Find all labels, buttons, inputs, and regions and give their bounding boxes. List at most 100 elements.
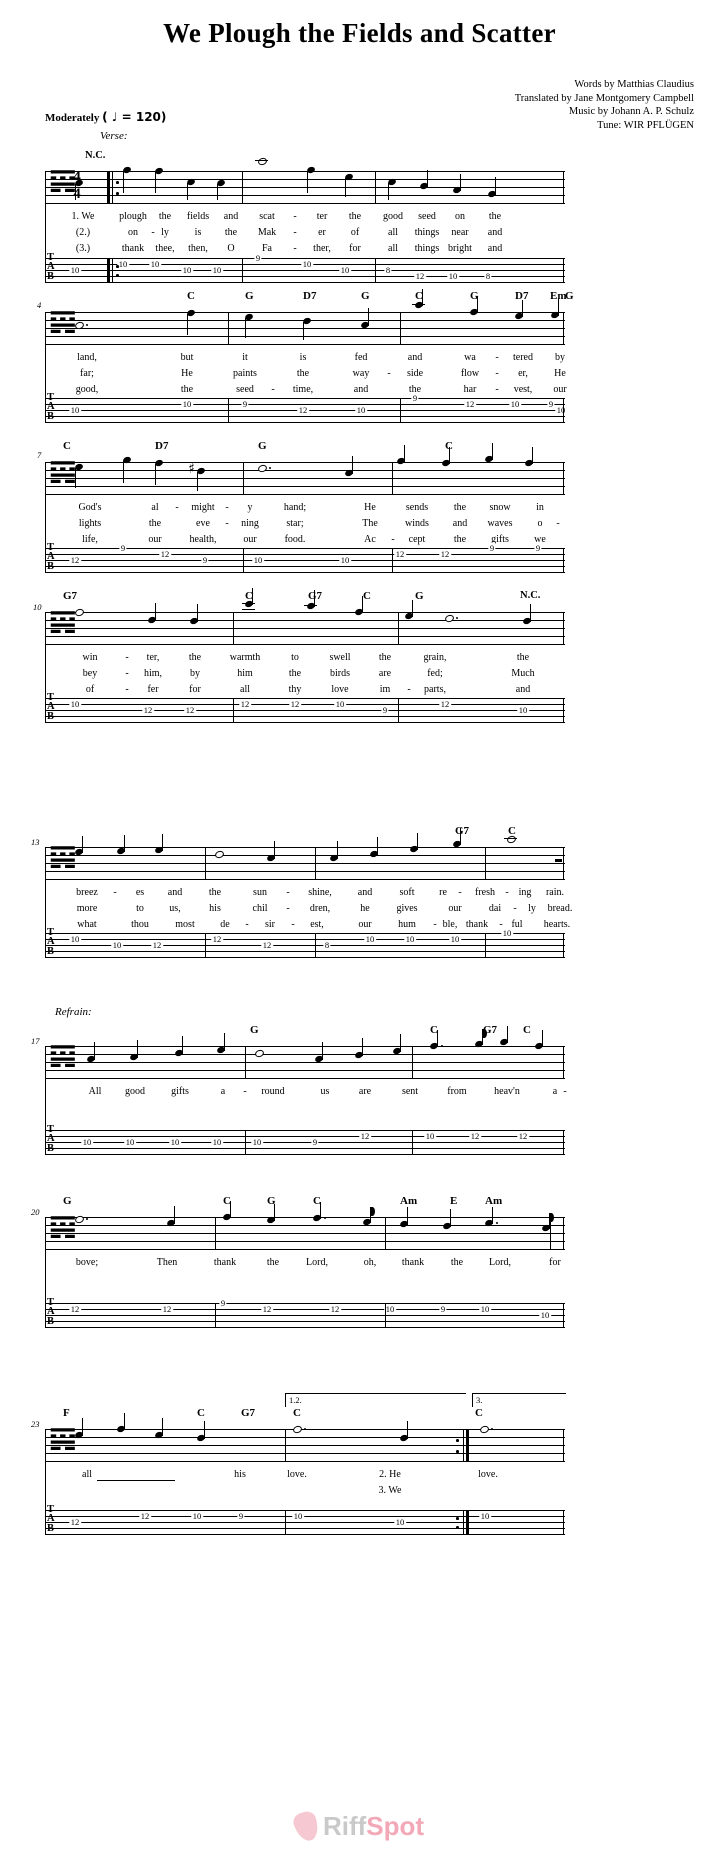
note-stem xyxy=(450,1209,452,1227)
credit-tune: Tune: WIR PFLÜGEN xyxy=(597,119,694,131)
barline xyxy=(392,462,394,495)
tab-fret-number: 10 xyxy=(394,1517,406,1527)
lyric-syllable: and xyxy=(452,518,468,529)
tab-fret-number: 12 xyxy=(439,699,451,709)
lyric-syllable: and xyxy=(487,227,503,238)
note-stem xyxy=(217,184,219,200)
tab-barline xyxy=(228,398,230,423)
lyric-syllable: to xyxy=(291,652,299,663)
tab-fret-number: 8 xyxy=(323,940,331,950)
lyric-syllable: plough xyxy=(119,211,147,222)
repeat-dot xyxy=(116,265,119,268)
note-stem xyxy=(345,178,347,197)
tab-fret-number: 9 xyxy=(547,399,555,409)
tab-barline xyxy=(245,1130,247,1155)
lyric-syllable: im xyxy=(379,684,391,695)
lyric-syllable: bread. xyxy=(547,903,573,914)
lyric-syllable: from xyxy=(447,1086,467,1097)
staff-line xyxy=(45,644,565,645)
lyric-syllable: - xyxy=(125,652,129,663)
note-stem xyxy=(252,588,254,605)
note-stem xyxy=(522,300,524,317)
chord-symbol: C xyxy=(197,1407,205,1419)
lyric-syllable: - xyxy=(151,227,155,238)
tab-fret-number: 9 xyxy=(381,705,389,715)
lyric-syllable: is xyxy=(194,227,202,238)
bass-clef-icon: 𝌙 xyxy=(48,602,78,641)
chord-symbol: G7 xyxy=(241,1407,256,1419)
note-stem xyxy=(362,1038,364,1056)
credits-block: Words by Matthias Claudius Translated by… xyxy=(515,78,694,132)
chord-symbol: N.C. xyxy=(85,150,106,161)
tab-line xyxy=(45,710,565,711)
lyric-syllable: thank xyxy=(401,1257,425,1268)
lyric-syllable: Then xyxy=(156,1257,178,1268)
lyric-line: 1. We plough the fields and scat - ter the good se… xyxy=(45,211,565,227)
lyric-syllable: our xyxy=(448,903,462,914)
lyric-syllable: then, xyxy=(188,243,208,254)
tab-line xyxy=(45,398,565,399)
staff-line xyxy=(45,1241,565,1242)
note-stem xyxy=(274,841,276,859)
music-system-2: 4 C G D7 G C G D7 Em G 𝌙 land, but it is fed and wa - tered… xyxy=(37,289,574,430)
lyric-syllable: the xyxy=(453,502,467,513)
note-head xyxy=(74,1214,85,1225)
tab-line xyxy=(45,1321,565,1322)
tab-fret-number: 10 xyxy=(447,271,459,281)
tab-fret-number: 10 xyxy=(539,1310,551,1320)
lyric-syllable: - xyxy=(291,919,295,930)
repeat-dot xyxy=(116,274,119,277)
note-head xyxy=(254,1048,265,1059)
lyric-syllable: thee, xyxy=(155,243,175,254)
measure-number: 17 xyxy=(31,1036,40,1046)
lyric-line: breez - es and the sun - shine, and soft re - fresh -… xyxy=(45,887,565,903)
lyric-syllable: oh, xyxy=(363,1257,377,1268)
lyric-syllable: All xyxy=(88,1086,102,1097)
lyric-syllable: way xyxy=(352,368,370,379)
note-stem xyxy=(82,836,84,853)
measure-number: 4 xyxy=(37,300,42,310)
staff-line xyxy=(45,636,565,637)
lyric-syllable: de xyxy=(220,919,230,930)
page-title: We Plough the Fields and Scatter xyxy=(163,18,556,48)
staff-line xyxy=(45,328,565,329)
staff-line xyxy=(45,620,565,621)
tab-fret-number: 10 xyxy=(251,1137,263,1147)
tab-clef-label: TAB xyxy=(47,1124,55,1153)
chord-symbol: Am xyxy=(485,1195,503,1207)
tab-barline xyxy=(400,398,402,423)
tab-line xyxy=(45,572,565,573)
lyric-syllable: 3. We xyxy=(378,1485,402,1496)
lyric-syllable: est, xyxy=(310,919,324,930)
tab-fret-number: 12 xyxy=(517,1131,529,1141)
lyric-syllable: his xyxy=(234,1469,246,1480)
ledger-line xyxy=(504,838,517,839)
lyric-syllable: - xyxy=(433,919,437,930)
staff-line xyxy=(45,628,565,629)
tab-barline xyxy=(563,258,565,283)
tab-fret-number: 10 xyxy=(449,934,461,944)
lyric-syllable: the xyxy=(296,368,310,379)
tab-barline xyxy=(243,548,245,573)
lyric-syllable: us, xyxy=(169,903,181,914)
lyric-syllable: heav'n xyxy=(494,1086,520,1097)
tab-fret-number: 10 xyxy=(181,265,193,275)
tab-fret-number: 12 xyxy=(69,1304,81,1314)
lyric-syllable: He xyxy=(181,368,193,379)
barline xyxy=(315,847,317,880)
tab-fret-number: 10 xyxy=(339,555,351,565)
chord-symbol: Am xyxy=(400,1195,418,1207)
tab-fret-number: 10 xyxy=(252,555,264,565)
tab-fret-number: 10 xyxy=(211,265,223,275)
lyric-line: lights the eve - ning star; The winds and waves o - xyxy=(45,518,565,534)
tab-fret-number: 10 xyxy=(169,1137,181,1147)
barline xyxy=(243,462,245,495)
lyric-syllable: ther, xyxy=(313,243,331,254)
lyric-syllable: for xyxy=(549,1257,561,1268)
lyric-syllable: bove; xyxy=(75,1257,99,1268)
repeat-dot xyxy=(456,1526,459,1529)
lyric-syllable: warmth xyxy=(229,652,261,663)
note-stem xyxy=(492,1207,494,1224)
tab-staff: T A B 10 10 9 12 10 9 12 10 9 10 xyxy=(45,392,567,423)
lyric-syllable: hum xyxy=(398,919,416,930)
